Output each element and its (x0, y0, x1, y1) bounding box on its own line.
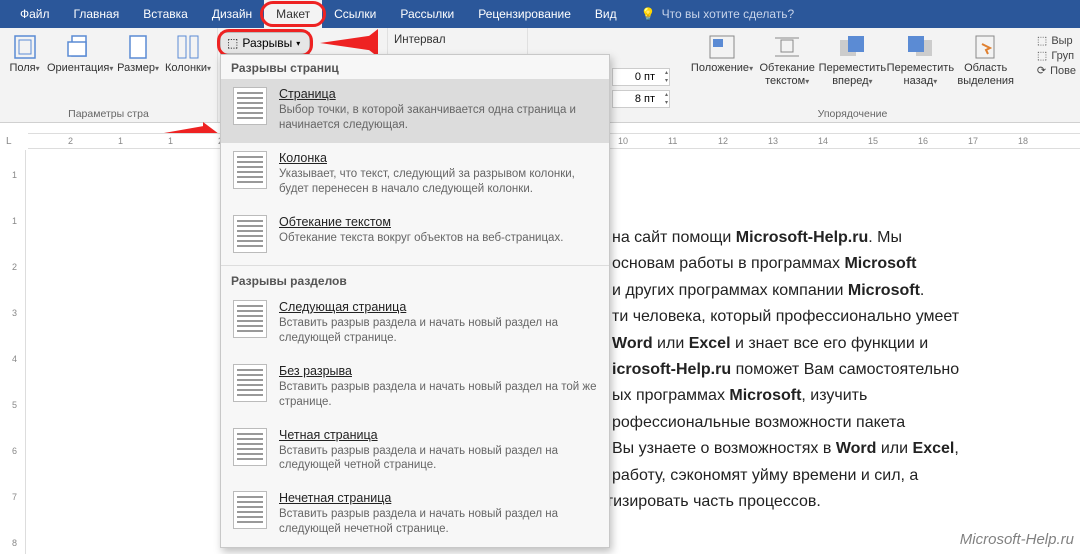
menu-item-evenpage[interactable]: Четная страницаВставить разрыв раздела и… (221, 420, 609, 484)
position-button[interactable]: Положение (691, 32, 753, 75)
tab-review[interactable]: Рецензирование (466, 0, 583, 28)
columns-icon (174, 34, 202, 60)
group-button[interactable]: ⬚Груп (1037, 49, 1076, 62)
tell-me[interactable]: 💡 Что вы хотите сделать? (641, 7, 795, 21)
menu-section-sectionbreaks: Разрывы разделов (221, 268, 609, 292)
spacing-after[interactable]: 8 пт (612, 90, 670, 108)
tab-references[interactable]: Ссылки (322, 0, 388, 28)
right-commands: ⬚Выр ⬚Груп ⟳Пове (1037, 34, 1076, 77)
continuous-icon (233, 364, 267, 402)
margins-label: Поля (9, 62, 39, 75)
send-backward-button[interactable]: Переместить назад (889, 32, 951, 87)
selection-icon (972, 34, 1000, 60)
align-icon: ⬚ (1037, 34, 1047, 47)
breaks-button[interactable]: ⬚ Разрывы▾ (220, 32, 310, 54)
tab-design[interactable]: Дизайн (200, 0, 264, 28)
tell-me-text: Что вы хотите сделать? (662, 7, 795, 21)
tab-insert[interactable]: Вставка (131, 0, 200, 28)
breaks-menu: Разрывы страниц СтраницаВыбор точки, в к… (220, 54, 610, 548)
size-icon (124, 34, 152, 60)
menu-item-column[interactable]: КолонкаУказывает, что текст, следующий з… (221, 143, 609, 207)
page-break-icon (233, 87, 267, 125)
tab-view[interactable]: Вид (583, 0, 629, 28)
forward-label: Переместить вперед (819, 62, 886, 87)
menu-item-oddpage[interactable]: Нечетная страницаВставить разрыв раздела… (221, 483, 609, 547)
annotation-arrow (320, 35, 375, 51)
forward-icon (838, 34, 866, 60)
tab-file[interactable]: Файл (8, 0, 62, 28)
watermark: Microsoft-Help.ru (960, 531, 1074, 548)
oddpage-icon (233, 491, 267, 529)
bring-forward-button[interactable]: Переместить вперед (821, 32, 883, 87)
tab-mailings[interactable]: Рассылки (388, 0, 466, 28)
wrap-button[interactable]: Обтекание текстом (759, 32, 815, 87)
margins-icon (11, 34, 39, 60)
spacing-before[interactable]: 0 пт (612, 68, 670, 86)
rotate-button[interactable]: ⟳Пове (1037, 64, 1076, 77)
page-setup-label: Параметры стра (6, 106, 211, 120)
menu-item-nextpage[interactable]: Следующая страницаВставить разрыв раздел… (221, 292, 609, 356)
textwrap-break-icon (233, 215, 267, 253)
columns-label: Колонки (165, 62, 211, 75)
orientation-button[interactable]: Ориентация (49, 32, 111, 75)
menu-section-pagebreaks: Разрывы страниц (221, 55, 609, 79)
size-label: Размер (117, 62, 159, 75)
tab-home[interactable]: Главная (62, 0, 132, 28)
ruler-corner: L (6, 136, 12, 147)
columns-button[interactable]: Колонки (165, 32, 211, 75)
selection-label: Область выделения (957, 62, 1014, 87)
rotate-icon: ⟳ (1037, 64, 1046, 77)
spacing-header: Интервал (394, 34, 446, 46)
document-body[interactable]: на сайт помощи Microsoft-Help.ru. Мы осн… (612, 225, 1070, 515)
position-label: Положение (691, 62, 753, 75)
align-button[interactable]: ⬚Выр (1037, 34, 1076, 47)
position-icon (708, 34, 736, 60)
selection-pane-button[interactable]: Область выделения (957, 32, 1014, 87)
evenpage-icon (233, 428, 267, 466)
arrange-label: Упорядочение (691, 106, 1014, 120)
breaks-label: Разрывы (242, 36, 292, 50)
wrap-label: Обтекание текстом (759, 62, 815, 87)
orientation-label: Ориентация (47, 62, 113, 75)
ribbon-tabs: Файл Главная Вставка Дизайн Макет Ссылки… (0, 0, 1080, 28)
nextpage-icon (233, 300, 267, 338)
backward-label: Переместить назад (887, 62, 954, 87)
breaks-icon: ⬚ (227, 36, 238, 50)
bulb-icon: 💡 (641, 7, 656, 21)
tab-layout[interactable]: Макет (264, 0, 322, 28)
column-break-icon (233, 151, 267, 189)
backward-icon (906, 34, 934, 60)
orientation-icon (66, 34, 94, 60)
ruler-vertical[interactable]: 112345678 (8, 150, 26, 554)
margins-button[interactable]: Поля (6, 32, 43, 75)
wrap-icon (773, 34, 801, 60)
menu-item-page[interactable]: СтраницаВыбор точки, в которой заканчива… (221, 79, 609, 143)
group-icon: ⬚ (1037, 49, 1047, 62)
menu-item-textwrap[interactable]: Обтекание текстомОбтекание текста вокруг… (221, 207, 609, 263)
size-button[interactable]: Размер (117, 32, 159, 75)
menu-item-continuous[interactable]: Без разрываВставить разрыв раздела и нач… (221, 356, 609, 420)
